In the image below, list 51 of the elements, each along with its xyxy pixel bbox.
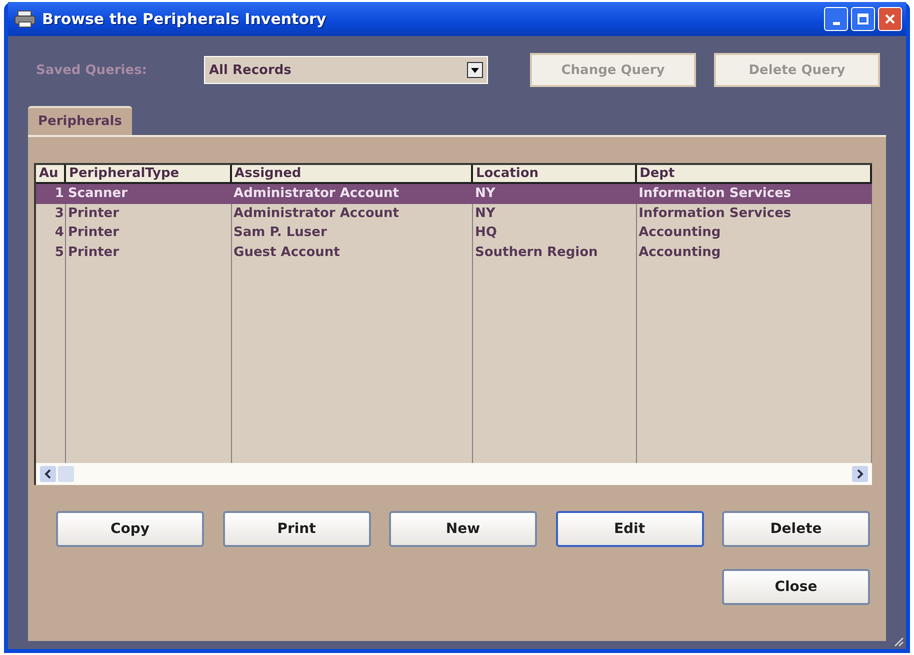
- close-dialog-button[interactable]: Close: [722, 569, 870, 605]
- table-cell: Printer: [68, 225, 120, 240]
- scroll-thumb[interactable]: [58, 466, 74, 482]
- column-header[interactable]: Au: [36, 165, 66, 182]
- table-cell: Administrator Account: [234, 186, 399, 201]
- scroll-right-icon[interactable]: [852, 466, 868, 482]
- caret-icon: [467, 62, 483, 78]
- close-icon: [884, 13, 896, 25]
- tab[interactable]: Peripherals: [28, 106, 132, 135]
- table-row[interactable]: 5 Printer Guest Account Southern Region Accounting: [36, 242, 872, 262]
- maximize-button[interactable]: [851, 7, 875, 31]
- action-button[interactable]: New: [389, 511, 537, 547]
- table-cell: Printer: [68, 206, 120, 220]
- minimize-icon: [832, 22, 840, 24]
- table-cell: Information Services: [638, 186, 792, 201]
- table-cell: Accounting: [638, 225, 721, 240]
- table-cell: Information Services: [638, 206, 792, 220]
- scroll-left-icon[interactable]: [40, 466, 56, 482]
- action-button[interactable]: Edit: [556, 511, 704, 547]
- maximize-icon: [857, 13, 869, 25]
- column-header[interactable]: Assigned: [232, 165, 473, 182]
- resize-grip-icon[interactable]: [892, 635, 904, 647]
- table-cell: Printer: [68, 244, 120, 260]
- action-button[interactable]: Delete: [722, 511, 870, 547]
- table-row[interactable]: 1 Scanner Administrator Account NY Information Services: [36, 184, 872, 204]
- table-cell: Guest Account: [234, 244, 340, 260]
- table-cell: Sam P. Luser: [234, 225, 327, 240]
- table-cell: 1: [54, 186, 64, 201]
- action-button[interactable]: Copy: [56, 511, 204, 547]
- horizontal-scrollbar[interactable]: [36, 463, 872, 485]
- close-button[interactable]: [878, 7, 902, 31]
- table-cell: Scanner: [68, 186, 128, 201]
- table-cell: Accounting: [638, 244, 721, 260]
- column-header[interactable]: Dept: [636, 165, 872, 182]
- table-cell: NY: [474, 186, 496, 201]
- window-title: Browse the Peripherals Inventory: [42, 10, 328, 28]
- table-cell: Administrator Account: [234, 206, 399, 220]
- table-row[interactable]: 4 Printer Sam P. Luser HQ Accounting: [36, 223, 872, 242]
- table-cell: HQ: [474, 225, 497, 240]
- printer-icon: [14, 10, 36, 28]
- field-label: Saved Queries:: [35, 62, 148, 78]
- table-cell: 5: [54, 244, 64, 260]
- column-header[interactable]: Location: [472, 165, 637, 182]
- table-row[interactable]: 3 Printer Administrator Account NY Information Services: [36, 204, 872, 223]
- column-header[interactable]: PeripheralType: [66, 165, 232, 182]
- table-cell: Southern Region: [474, 244, 598, 260]
- table-cell: NY: [474, 206, 496, 220]
- table-cell: 4: [54, 225, 64, 240]
- table-cell: 3: [54, 206, 64, 220]
- minimize-button[interactable]: [824, 7, 848, 31]
- action-button[interactable]: Print: [222, 511, 370, 547]
